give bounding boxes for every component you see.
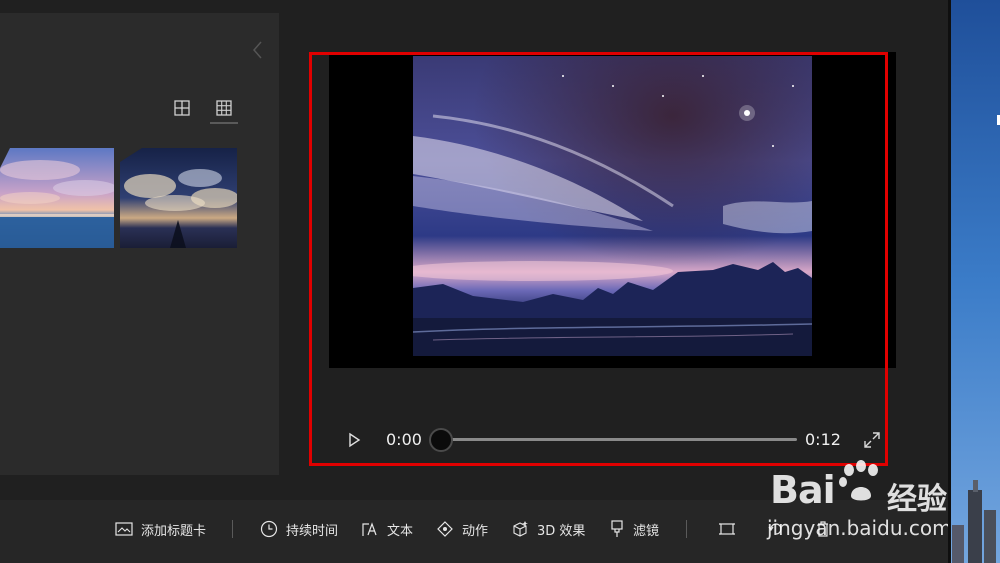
clock-icon: [260, 520, 278, 538]
duration-label: 持续时间: [286, 523, 339, 539]
title-card-icon: [115, 522, 133, 536]
text-label: 文本: [387, 523, 414, 539]
baidu-jingyan-watermark: Bai 经验 jingyan.baidu.com: [762, 460, 952, 546]
play-button[interactable]: [343, 429, 365, 451]
3d-cube-icon: [513, 521, 528, 537]
watermark-logo-text: Bai: [770, 468, 836, 512]
fullscreen-icon[interactable]: [862, 430, 882, 450]
video-editor-window: 0:00 0:12 添加标题卡 持续时间 文本 动作 3D 效果 滤镜 Bai …: [0, 0, 952, 563]
baidu-paw-logo: [839, 460, 878, 501]
sunset-sky-thumbnail[interactable]: [0, 148, 114, 248]
night-clouds-thumbnail[interactable]: [120, 148, 237, 248]
grid-small-icon[interactable]: [210, 96, 238, 124]
add-title-card-button[interactable]: 添加标题卡: [115, 519, 206, 539]
motion-icon: [437, 521, 453, 537]
chevron-left-icon[interactable]: [250, 38, 266, 62]
watermark-url: jingyan.baidu.com: [767, 516, 952, 540]
3d-effects-button[interactable]: 3D 效果: [511, 519, 585, 539]
toolbar-divider: [232, 520, 233, 538]
toolbar-divider: [686, 520, 687, 538]
motion-label: 动作: [462, 523, 489, 539]
total-time: 0:12: [805, 430, 841, 449]
duration-button[interactable]: 持续时间: [260, 519, 338, 539]
seek-handle[interactable]: [429, 428, 453, 452]
grid-large-icon[interactable]: [170, 96, 194, 120]
watermark-jingyan-text: 经验: [887, 482, 947, 517]
crop-resize-icon[interactable]: [717, 519, 737, 539]
filters-button[interactable]: 滤镜: [609, 519, 659, 539]
text-button[interactable]: 文本: [361, 519, 413, 539]
filters-label: 滤镜: [633, 523, 660, 539]
current-time: 0:00: [386, 430, 422, 449]
motion-button[interactable]: 动作: [436, 519, 488, 539]
3d-effects-label: 3D 效果: [537, 523, 586, 539]
desktop-wallpaper-strip: [948, 0, 1000, 563]
filter-brush-icon: [611, 520, 623, 537]
text-icon: [362, 522, 377, 536]
add-title-card-label: 添加标题卡: [141, 523, 207, 539]
preview-highlight-box: [309, 52, 888, 466]
seek-bar[interactable]: [432, 438, 797, 441]
